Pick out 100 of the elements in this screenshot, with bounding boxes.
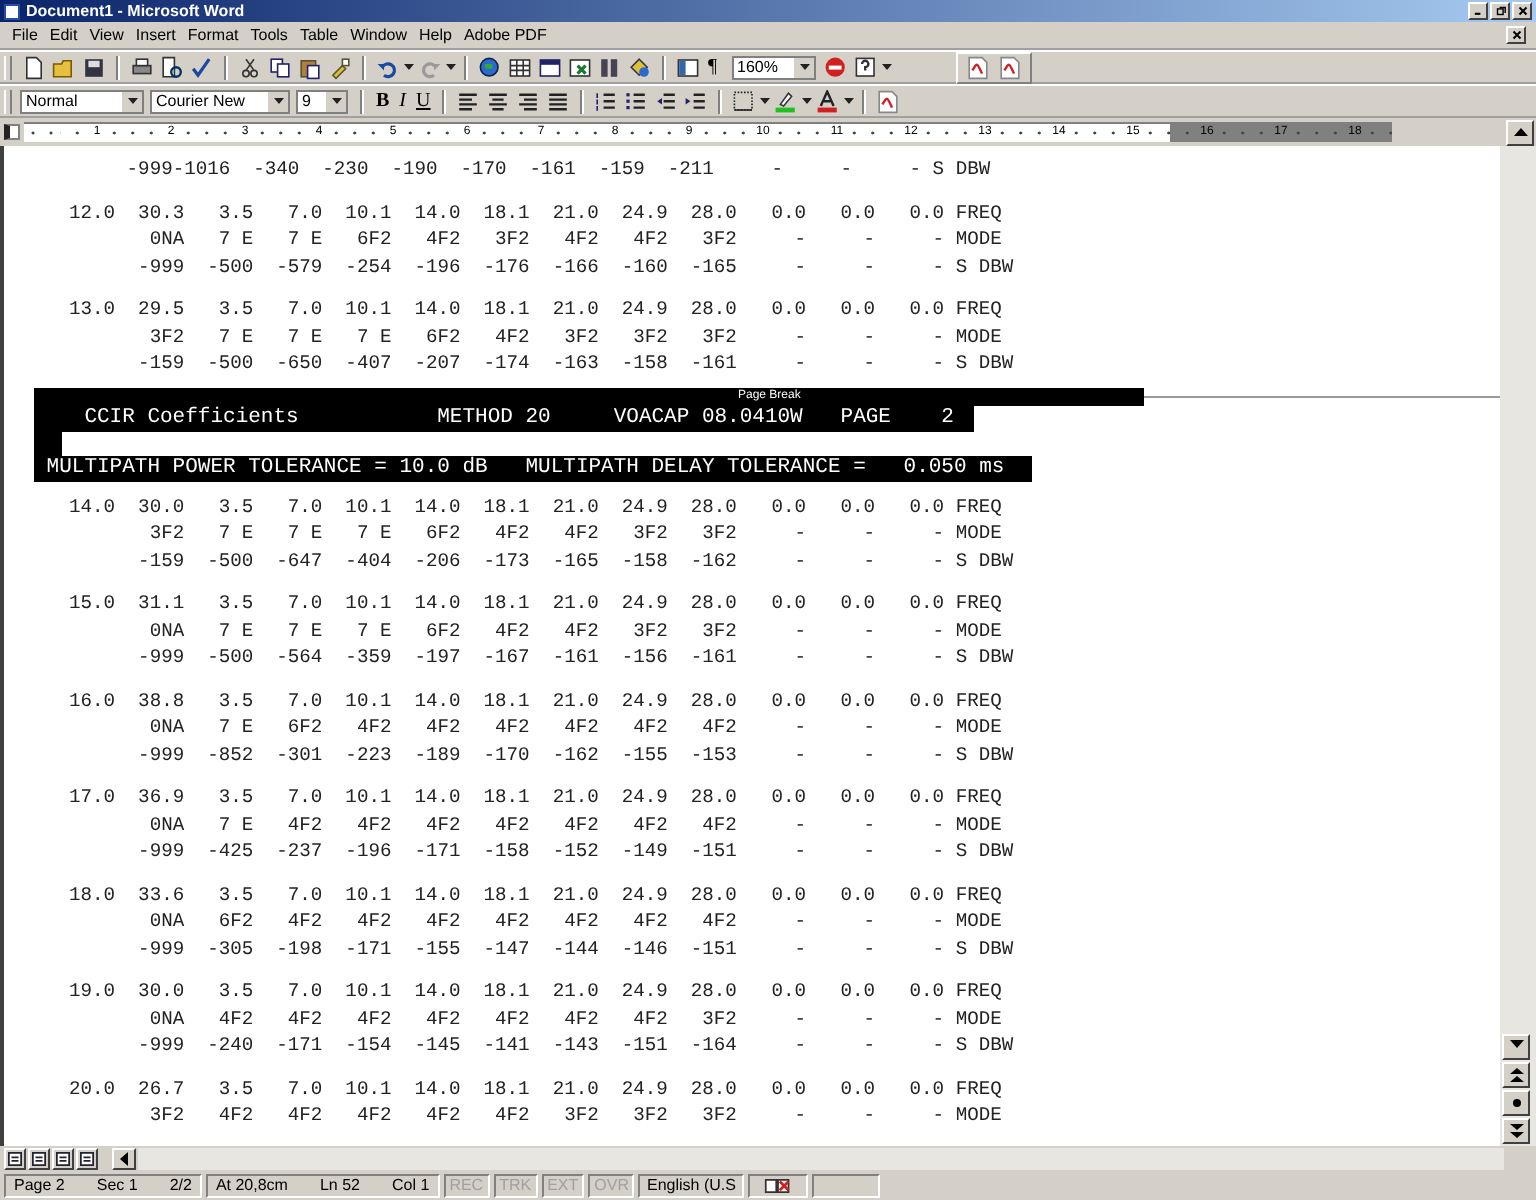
align-right-icon[interactable]	[514, 89, 543, 113]
menu-item[interactable]: Window	[344, 26, 414, 44]
page-icon	[56, 1151, 70, 1165]
pdf-icon[interactable]	[874, 89, 903, 113]
align-left-icon[interactable]	[454, 89, 483, 113]
previous-page-button[interactable]	[1502, 1062, 1530, 1088]
page-icon	[80, 1151, 94, 1165]
caret-icon[interactable]	[802, 98, 813, 104]
font-size-dropdown[interactable]: 9	[296, 89, 348, 113]
menu-item[interactable]: Tools	[244, 26, 294, 44]
italic-button[interactable]: I	[395, 90, 411, 112]
page-icon	[32, 1151, 46, 1165]
globe-icon[interactable]	[476, 55, 504, 79]
caret-icon	[332, 98, 342, 104]
menu-item[interactable]: Table	[293, 26, 345, 44]
document-map-icon[interactable]	[674, 55, 702, 79]
text-line: 17.0 36.9 3.5 7.0 10.1 14.0 18.1 21.0 24.9 28.0 0.0 0.0 0.0 FREQ	[67, 784, 1002, 811]
dot-icon	[1509, 1096, 1523, 1110]
text-line: 0NA 4F2 4F2 4F2 4F2 4F2 4F2 4F2 3F2 - - - MODE	[147, 1005, 1002, 1032]
restore-button[interactable]	[1490, 2, 1510, 20]
select-browse-object-button[interactable]	[1502, 1090, 1530, 1116]
normal-view-button[interactable]	[4, 1147, 26, 1169]
bold-button[interactable]: B	[372, 90, 394, 112]
pilcrow-button[interactable]: ¶	[704, 56, 722, 78]
caret-icon[interactable]	[881, 64, 892, 70]
pdf-icon[interactable]	[963, 55, 992, 79]
scroll-left-button[interactable]	[112, 1147, 136, 1169]
increase-indent-icon[interactable]	[682, 89, 711, 113]
justify-icon[interactable]	[544, 89, 573, 113]
highlighter-icon[interactable]	[772, 89, 801, 113]
text-line: 3F2 4F2 4F2 4F2 4F2 4F2 3F2 3F2 3F2 - - - MODE	[147, 1102, 1002, 1129]
menu-item[interactable]: Edit	[43, 26, 84, 44]
save-icon[interactable]	[80, 55, 108, 79]
book-icon[interactable]	[763, 1176, 792, 1194]
minimize-button[interactable]	[1468, 2, 1488, 20]
caret-icon[interactable]	[760, 98, 771, 104]
menu-item[interactable]: Insert	[129, 26, 182, 44]
copy-icon[interactable]	[266, 55, 294, 79]
menu-item[interactable]: Adobe PDF	[457, 26, 553, 44]
outline-view-button[interactable]	[76, 1147, 98, 1169]
page-icon	[8, 1151, 22, 1165]
menu-item[interactable]: Help	[413, 26, 458, 44]
text-line: -999-1016 -340 -230 -190 -170 -161 -159 -211 - - - S DBW	[124, 156, 991, 183]
text-line: 15.0 31.1 3.5 7.0 10.1 14.0 18.1 21.0 24.9 28.0 0.0 0.0 0.0 FREQ	[67, 590, 1002, 617]
window-icon[interactable]	[536, 55, 564, 79]
close-button[interactable]	[1506, 26, 1526, 44]
align-center-icon[interactable]	[484, 89, 513, 113]
up-arrow-icon	[1513, 128, 1527, 136]
text-line: 0NA 7 E 6F2 4F2 4F2 4F2 4F2 4F2 4F2 - - - MODE	[147, 714, 1002, 741]
close-button[interactable]	[1512, 2, 1532, 20]
scroll-down-button[interactable]	[1502, 1034, 1530, 1060]
paintbrush-icon[interactable]	[326, 55, 354, 79]
printer-icon[interactable]	[128, 55, 156, 79]
underline-button[interactable]: U	[412, 90, 435, 112]
decrease-indent-icon[interactable]	[652, 89, 681, 113]
paste-icon[interactable]	[296, 55, 324, 79]
font-dropdown[interactable]: Courier New	[150, 89, 290, 113]
text-line: 16.0 38.8 3.5 7.0 10.1 14.0 18.1 21.0 24.9 28.0 0.0 0.0 0.0 FREQ	[67, 687, 1002, 714]
language-indicator[interactable]: English (U.S	[638, 1173, 744, 1197]
bulleted-list-icon[interactable]	[622, 89, 651, 113]
status-text: Page 2	[14, 1176, 65, 1194]
status-panel	[811, 1173, 880, 1197]
spreadsheet-icon[interactable]	[566, 55, 594, 79]
window-title: Document1 - Microsoft Word	[26, 2, 247, 20]
caret-icon[interactable]	[446, 64, 456, 70]
status-text: Col 1	[392, 1176, 430, 1194]
web-view-button[interactable]	[28, 1147, 50, 1169]
status-text: Ln 52	[319, 1176, 360, 1194]
no-entry-icon[interactable]	[821, 55, 850, 79]
text-line: 0NA 7 E 4F2 4F2 4F2 4F2 4F2 4F2 4F2 - - - MODE	[147, 811, 1002, 838]
border-icon[interactable]	[730, 89, 759, 113]
table-icon[interactable]	[506, 55, 534, 79]
shapes-icon[interactable]	[626, 55, 654, 79]
text-line: -999 -500 -564 -359 -197 -167 -161 -156 -161 - - - S DBW	[136, 644, 1014, 671]
close-icon	[1509, 28, 1523, 42]
style-dropdown[interactable]: Normal	[20, 89, 144, 113]
text-line: -159 -500 -647 -404 -206 -173 -165 -158 -162 - - - S DBW	[136, 547, 1014, 574]
new-document-icon[interactable]	[20, 55, 48, 79]
double-up-arrow-icon	[1509, 1068, 1523, 1082]
checkmark-icon[interactable]	[188, 55, 216, 79]
menu-item[interactable]: View	[83, 26, 130, 44]
pdf-icon[interactable]	[995, 55, 1024, 79]
font-color-icon[interactable]	[814, 89, 843, 113]
caret-icon[interactable]	[404, 64, 414, 70]
numbered-list-icon[interactable]	[592, 89, 621, 113]
next-page-button[interactable]	[1502, 1118, 1530, 1144]
tab-selector[interactable]	[4, 124, 20, 140]
folder-icon[interactable]	[50, 55, 78, 79]
caret-icon[interactable]	[844, 98, 855, 104]
help-icon[interactable]	[851, 55, 880, 79]
scissors-icon[interactable]	[236, 55, 264, 79]
horizontal-scrollbar[interactable]	[138, 1147, 1504, 1169]
menu-item[interactable]: File	[6, 26, 44, 44]
menu-item[interactable]: Format	[181, 26, 245, 44]
close-icon	[1515, 4, 1529, 18]
scroll-up-button[interactable]	[1506, 119, 1534, 145]
text-line: -999 -425 -237 -196 -171 -158 -152 -149 -151 - - - S DBW	[136, 838, 1014, 865]
print-view-button[interactable]	[52, 1147, 74, 1169]
print-preview-icon[interactable]	[158, 55, 186, 79]
zoom-dropdown[interactable]: 160%	[731, 55, 816, 79]
